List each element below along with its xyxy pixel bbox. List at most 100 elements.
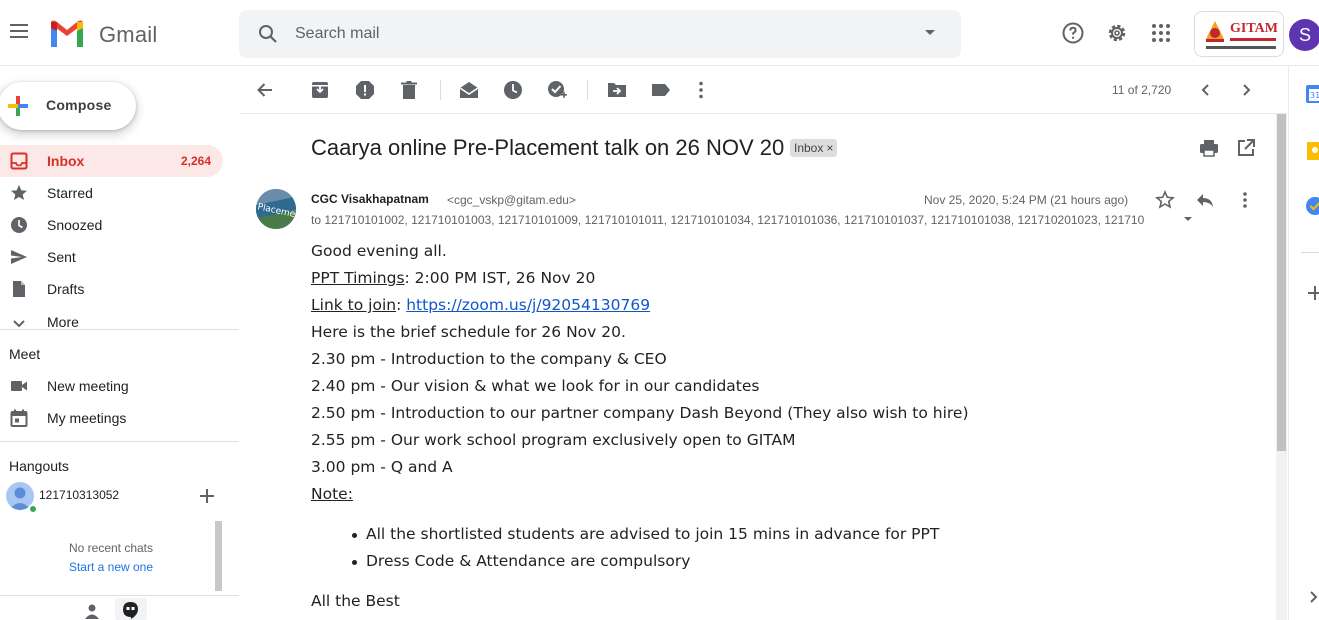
email-date: Nov 25, 2020, 5:24 PM (21 hours ago) <box>924 193 1129 207</box>
link-label: Link to join <box>311 296 397 314</box>
video-icon <box>11 381 27 391</box>
side-panel-divider <box>1301 252 1319 253</box>
sidebar-item-starred[interactable]: Starred <box>0 177 223 209</box>
top-header: Gmail GITAM S <box>0 0 1319 66</box>
side-panel: 31 <box>1288 66 1319 620</box>
clock-icon <box>11 217 27 233</box>
open-new-window-icon[interactable] <box>1236 138 1256 158</box>
sidebar-item-more[interactable]: More <box>0 306 223 338</box>
sender-name[interactable]: CGC Visakhapatnam <box>311 192 429 206</box>
contacts-person-icon[interactable] <box>84 603 100 619</box>
search-input[interactable] <box>295 22 895 46</box>
hangouts-tab[interactable] <box>115 598 147 620</box>
sidebar-item-label: Snoozed <box>47 217 103 233</box>
message-more-icon[interactable] <box>1235 190 1255 210</box>
schedule-item: 3.00 pm - Q and A <box>311 458 453 476</box>
org-logo-text: GITAM <box>1230 21 1278 36</box>
archive-icon[interactable] <box>309 79 331 101</box>
add-to-tasks-icon[interactable] <box>546 79 568 101</box>
account-avatar[interactable]: S <box>1289 19 1319 51</box>
sidebar-item-label: Drafts <box>47 281 85 297</box>
sidebar-item-inbox[interactable]: Inbox 2,264 <box>0 145 223 177</box>
get-addons-plus-icon[interactable] <box>1307 285 1319 301</box>
ppt-label: PPT Timings <box>311 269 405 287</box>
pagination-count: 11 of 2,720 <box>1112 83 1172 97</box>
expand-panel-chevron-icon[interactable] <box>1307 590 1319 604</box>
organization-badge[interactable]: GITAM <box>1194 11 1284 57</box>
calendar-app-icon[interactable]: 31 <box>1305 84 1319 104</box>
snooze-clock-icon[interactable] <box>502 79 524 101</box>
settings-gear-icon[interactable] <box>1105 21 1129 45</box>
start-new-chat-link[interactable]: Start a new one <box>0 560 222 574</box>
compose-plus-icon <box>8 96 28 116</box>
schedule-item: 2.50 pm - Introduction to our partner co… <box>311 404 969 422</box>
gmail-logo-icon[interactable] <box>48 20 86 48</box>
send-icon <box>11 250 27 264</box>
sidebar-item-snoozed[interactable]: Snoozed <box>0 209 223 241</box>
print-icon[interactable] <box>1199 138 1219 158</box>
link-separator: : <box>396 296 407 314</box>
zoom-link[interactable]: https://zoom.us/j/92054130769 <box>406 296 650 314</box>
sidebar-item-drafts[interactable]: Drafts <box>0 273 223 305</box>
message-scrollbar-thumb[interactable] <box>1277 114 1286 451</box>
show-details-caret-icon[interactable] <box>1184 217 1192 221</box>
help-icon[interactable] <box>1061 21 1085 45</box>
label-chip[interactable]: Inbox × <box>790 139 838 157</box>
toolbar-separator <box>587 80 588 100</box>
placement-logo-image: Placement <box>256 189 296 229</box>
calendar-icon <box>10 409 28 427</box>
body-greeting: Good evening all. <box>311 242 447 260</box>
label-chip-text: Inbox <box>794 141 824 155</box>
new-meeting-button[interactable]: New meeting <box>0 370 223 402</box>
schedule-item: 2.55 pm - Our work school program exclus… <box>311 431 796 449</box>
compose-button[interactable]: Compose <box>0 82 136 130</box>
email-subject: Caarya online Pre-Placement talk on 26 N… <box>311 135 785 160</box>
note-item: All the shortlisted students are advised… <box>366 525 940 543</box>
star-outline-icon[interactable] <box>1155 190 1175 210</box>
hangouts-username: 121710313052 <box>39 488 120 502</box>
compose-label: Compose <box>46 97 112 113</box>
hangouts-user: 121710313052 <box>6 482 236 514</box>
chats-scrollbar[interactable] <box>215 521 222 591</box>
search-options-icon[interactable] <box>925 30 935 35</box>
back-arrow-icon[interactable] <box>254 79 276 101</box>
reply-icon[interactable] <box>1195 190 1215 210</box>
search-bar[interactable] <box>239 10 961 58</box>
schedule-item: 2.30 pm - Introduction to the company & … <box>311 350 667 368</box>
hangouts-section-title: Hangouts <box>9 458 69 474</box>
keep-app-icon[interactable] <box>1305 141 1319 161</box>
bullet-icon <box>352 560 357 565</box>
add-chat-icon[interactable] <box>199 488 215 504</box>
logo-caption-line <box>1206 46 1276 49</box>
ppt-value: : 2:00 PM IST, 26 Nov 20 <box>404 269 596 287</box>
no-recent-chats-text: No recent chats <box>68 541 154 555</box>
tasks-app-icon[interactable] <box>1305 196 1319 216</box>
note-item: Dress Code & Attendance are compulsory <box>366 552 691 570</box>
recent-chats-panel: No recent chats Start a new one <box>0 521 222 591</box>
main-menu-button[interactable] <box>6 20 32 46</box>
sidebar-item-label: More <box>47 314 79 330</box>
delete-trash-icon[interactable] <box>398 79 420 101</box>
apps-grid-icon[interactable] <box>1149 21 1173 45</box>
sender-avatar[interactable]: Placement <box>256 189 296 229</box>
body-ppt-timings: PPT Timings: 2:00 PM IST, 26 Nov 20 <box>311 269 595 287</box>
sender-email: <cgc_vskp@gitam.edu> <box>447 193 576 207</box>
chevron-down-icon <box>13 320 25 328</box>
note-label: Note: <box>311 485 353 503</box>
more-options-icon[interactable] <box>690 79 712 101</box>
move-to-icon[interactable] <box>606 79 628 101</box>
remove-label-icon[interactable]: × <box>826 141 833 155</box>
newer-chevron-right-icon[interactable] <box>1235 79 1257 101</box>
older-chevron-left-icon[interactable] <box>1195 79 1217 101</box>
sidebar-item-sent[interactable]: Sent <box>0 241 223 273</box>
search-icon[interactable] <box>256 22 280 46</box>
logo-stripe <box>1230 38 1276 41</box>
mark-unread-icon[interactable] <box>458 79 480 101</box>
label-tag-icon[interactable] <box>650 79 672 101</box>
sidebar-footer <box>0 595 239 620</box>
report-spam-icon[interactable] <box>354 79 376 101</box>
online-status-indicator <box>28 504 38 514</box>
star-icon <box>11 185 27 200</box>
my-meetings-button[interactable]: My meetings <box>0 402 223 434</box>
body-closing: All the Best <box>311 592 400 610</box>
